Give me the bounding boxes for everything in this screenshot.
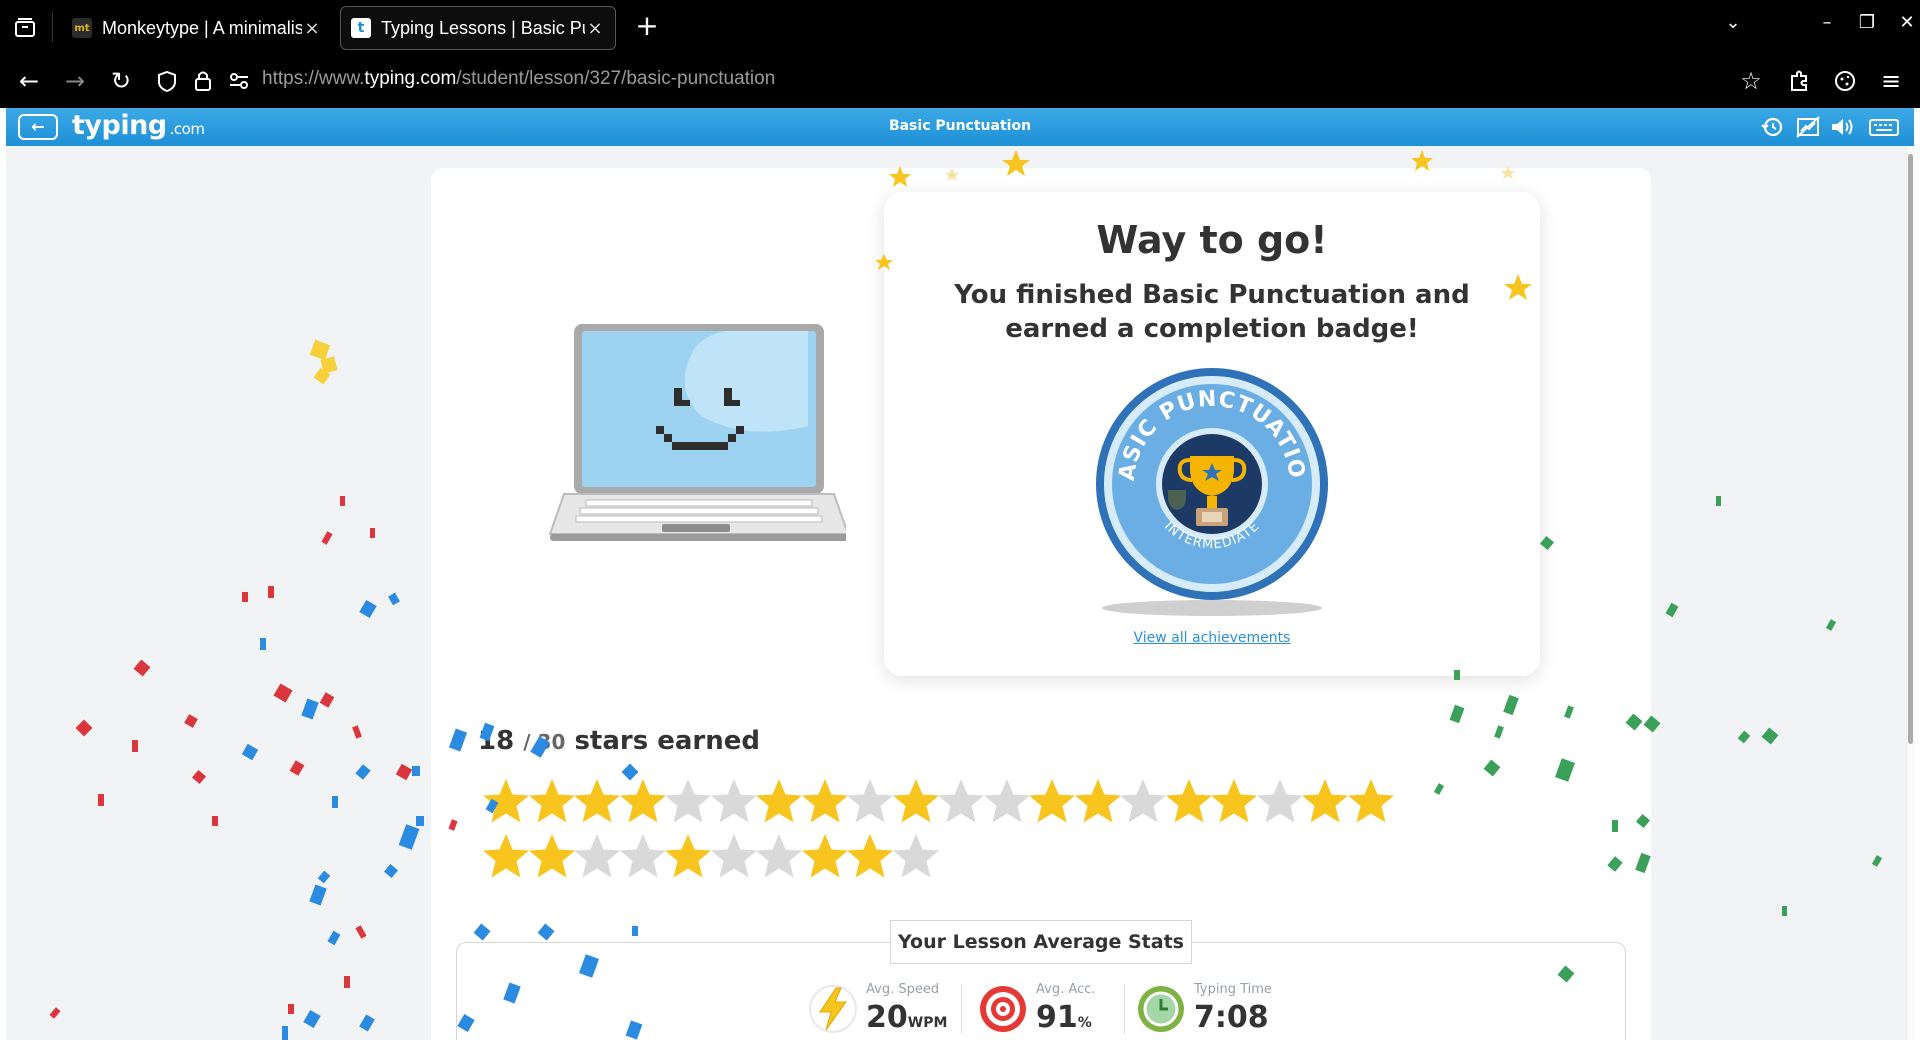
lightning-bolt-icon: [809, 985, 857, 1033]
laptop-mascot-illustration: [548, 324, 846, 541]
permissions-icon[interactable]: [224, 64, 254, 98]
star-empty-icon: [1120, 779, 1166, 823]
stars-earned-count: 18: [478, 726, 515, 756]
reload-icon[interactable]: ↻: [104, 64, 138, 98]
star-earned-icon: [847, 834, 893, 878]
star-earned-icon: [801, 834, 848, 878]
star-earned-icon: [483, 834, 529, 878]
stars-earned-label: 18 / 30 stars earned: [478, 726, 760, 756]
url-host: typing.com: [364, 68, 457, 89]
url-path: /student/lesson/327/basic-punctuation: [456, 68, 776, 89]
forward-arrow-icon[interactable]: →: [58, 64, 92, 98]
star-earned-icon: [1302, 779, 1348, 823]
star-empty-icon: [847, 779, 893, 823]
stars-total-count: 30: [537, 730, 566, 754]
menu-icon[interactable]: ≡: [1874, 64, 1908, 98]
scrollbar-thumb[interactable]: [1908, 154, 1913, 744]
star-empty-icon: [892, 834, 939, 878]
tab-list-chevron-icon[interactable]: ⌄: [1718, 12, 1748, 33]
avg-speed-value: 20: [866, 1000, 908, 1035]
avg-speed-label: Avg. Speed: [866, 982, 940, 997]
achievement-bubble: Way to go! You finished Basic Punctuatio…: [884, 192, 1540, 676]
avg-accuracy-label: Avg. Acc.: [1036, 982, 1096, 997]
completion-badge-illustration: BASIC PUNCTUATION INTERMEDIATE: [1094, 360, 1328, 616]
lesson-complete-page: Way to go! You finished Basic Punctuatio…: [6, 146, 1914, 1040]
site-header: ← typing .com Basic Punctuation: [6, 108, 1914, 146]
clock-icon: [1138, 986, 1184, 1032]
star-earned-icon: [665, 834, 711, 878]
tab-separator: [52, 12, 53, 42]
bubble-heading: Way to go!: [1096, 218, 1328, 262]
star-empty-icon: [710, 834, 757, 878]
cookie-icon[interactable]: [1828, 64, 1862, 98]
new-tab-button[interactable]: +: [630, 10, 664, 44]
tab-title: Monkeytype | A minimalistic typing test: [102, 17, 302, 38]
tab-close-icon[interactable]: ×: [302, 18, 322, 39]
star-empty-icon: [756, 834, 802, 878]
star-earned-icon: [892, 779, 939, 823]
star-earned-icon: [619, 779, 666, 823]
typing-time-value: 7:08: [1194, 1000, 1269, 1035]
typing-time-label: Typing Time: [1194, 982, 1272, 997]
avg-speed-unit: WPM: [907, 1015, 948, 1031]
lock-icon[interactable]: [190, 64, 216, 98]
url-bar[interactable]: https://www.typing.com/student/lesson/32…: [262, 68, 775, 90]
page-scrollbar[interactable]: [1906, 146, 1914, 1040]
star-earned-icon: [1029, 779, 1075, 823]
star-earned-icon: [1347, 779, 1394, 823]
monkeytype-favicon-icon: mt: [72, 18, 92, 38]
tab-overview-icon[interactable]: [8, 11, 42, 45]
no-chart-icon[interactable]: [1794, 115, 1822, 139]
target-icon: [980, 986, 1026, 1032]
stats-divider: [1124, 984, 1125, 1034]
star-earned-icon: [801, 779, 848, 823]
tab-typing-lessons[interactable]: t Typing Lessons | Basic Punctuation ×: [340, 6, 616, 50]
star-earned-icon: [528, 834, 575, 878]
star-earned-icon: [483, 779, 529, 823]
star-empty-icon: [710, 779, 757, 823]
minimize-button[interactable]: –: [1812, 12, 1842, 33]
lesson-stats-title: Your Lesson Average Stats: [890, 920, 1192, 964]
volume-icon[interactable]: [1828, 115, 1856, 139]
bubble-message: You finished Basic Punctuation and earne…: [954, 280, 1470, 344]
stars-earned-text: stars earned: [574, 726, 760, 756]
tab-monkeytype[interactable]: mt Monkeytype | A minimalistic typing te…: [62, 6, 332, 50]
star-empty-icon: [983, 779, 1030, 823]
typing-favicon-icon: t: [351, 18, 371, 38]
star-earned-icon: [756, 779, 802, 823]
star-empty-icon: [665, 779, 711, 823]
view-all-achievements-link[interactable]: View all achievements: [884, 630, 1540, 646]
history-icon[interactable]: [1758, 115, 1786, 139]
browser-tab-bar: mt Monkeytype | A minimalistic typing te…: [0, 0, 1920, 54]
url-prefix: https://www.: [262, 68, 365, 89]
tab-title: Typing Lessons | Basic Punctuation: [381, 17, 585, 38]
back-arrow-icon[interactable]: ←: [12, 64, 46, 98]
lesson-title: Basic Punctuation: [888, 118, 1032, 134]
star-earned-icon: [1211, 779, 1257, 823]
browser-nav-bar: ← → ↻ https://www.typing.com/student/les…: [0, 54, 1920, 108]
close-window-button[interactable]: ✕: [1892, 12, 1920, 33]
star-empty-icon: [1256, 779, 1303, 823]
extensions-icon[interactable]: [1782, 64, 1816, 98]
star-empty-icon: [574, 834, 620, 878]
stats-divider: [961, 984, 962, 1034]
star-earned-icon: [1074, 779, 1121, 823]
star-earned-icon: [574, 779, 620, 823]
star-empty-icon: [938, 779, 984, 823]
star-empty-icon: [619, 834, 666, 878]
avg-accuracy-value: 91: [1036, 1000, 1078, 1035]
avg-accuracy-unit: %: [1077, 1015, 1092, 1031]
bookmark-star-icon[interactable]: ☆: [1734, 64, 1768, 98]
restore-button[interactable]: ❐: [1852, 12, 1882, 33]
tab-close-icon[interactable]: ×: [585, 18, 605, 39]
star-earned-icon: [528, 779, 575, 823]
star-earned-icon: [1165, 779, 1212, 823]
keyboard-icon[interactable]: [1868, 115, 1900, 139]
shield-icon[interactable]: [152, 64, 182, 98]
